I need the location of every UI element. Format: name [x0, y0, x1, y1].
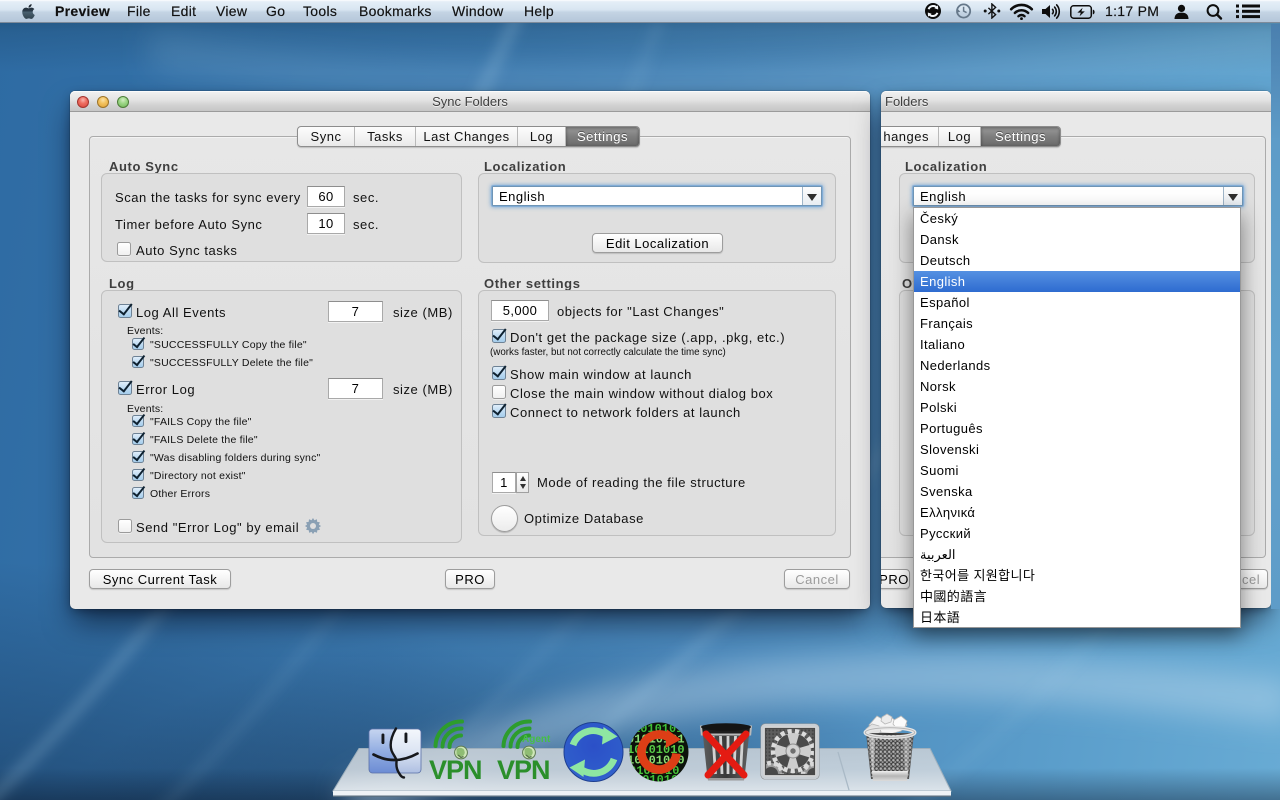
svg-text:Agent: Agent — [522, 734, 551, 745]
svg-text:VPN: VPN — [429, 755, 482, 785]
svg-text:VPN: VPN — [497, 755, 550, 785]
